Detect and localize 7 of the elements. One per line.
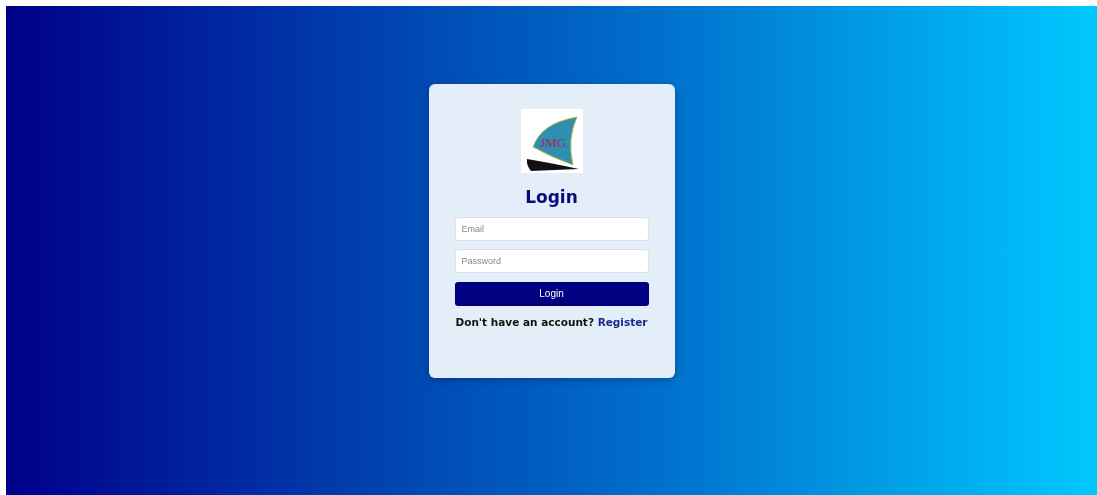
login-button[interactable]: Login [454,281,649,306]
email-field[interactable]: Email [454,216,649,241]
sailboat-logo: JMG [520,108,583,173]
register-prompt: Don't have an account? Register [455,315,648,328]
register-link[interactable]: Register [597,315,648,328]
password-field[interactable]: Password [454,248,649,273]
login-heading: Login [525,186,578,207]
